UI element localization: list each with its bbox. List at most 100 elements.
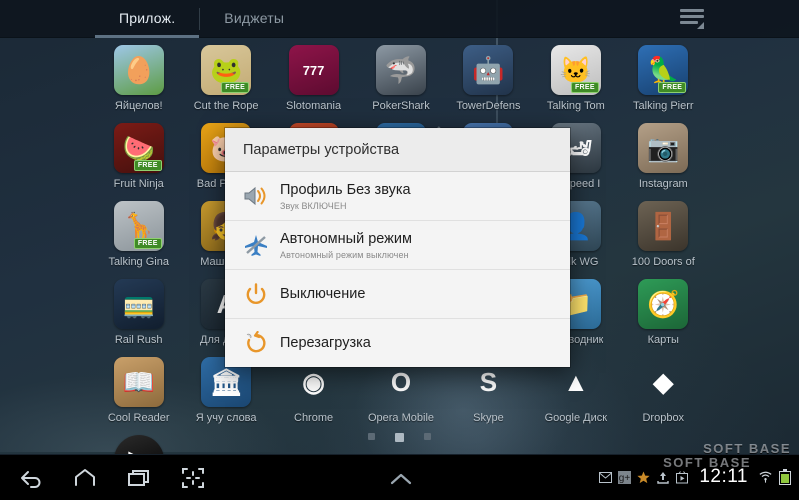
cut-the-rope-icon: 🐸 FREE	[201, 45, 251, 95]
app-label: Я учу слова	[196, 412, 257, 424]
app-label: Cool Reader	[108, 412, 170, 424]
airplane-off-icon	[241, 230, 271, 260]
app-label: TowerDefens	[456, 100, 520, 112]
app-eggs-game[interactable]: 🥚 Яйцелов!	[95, 42, 182, 120]
app-label: Яйцелов!	[115, 100, 163, 112]
play-store-icon[interactable]	[675, 471, 688, 484]
app-talking-pierre[interactable]: 🦜 FREE Talking Pierr	[620, 42, 707, 120]
app-towerdefense[interactable]: 🤖 TowerDefens	[445, 42, 532, 120]
talking-tom-icon: 🐱 FREE	[551, 45, 601, 95]
dialog-item-silent-profile[interactable]: Профиль Без звука Звук ВКЛЮЧЕН	[225, 172, 570, 221]
dialog-item-power-off[interactable]: Выключение	[225, 270, 570, 319]
app-100-doors[interactable]: 🚪 100 Doors of	[620, 198, 707, 276]
dialog-item-restart[interactable]: Перезагрузка	[225, 319, 570, 367]
app-talking-tom[interactable]: 🐱 FREE Talking Tom	[532, 42, 619, 120]
tablet-screen: Прилож. Виджеты 🥚 Яйцелов! 🐸 FREE Cut the Ro…	[0, 0, 799, 500]
app-label: Slotomania	[286, 100, 341, 112]
gmail-icon[interactable]	[599, 471, 612, 484]
back-icon[interactable]	[18, 465, 44, 491]
app-slotomania[interactable]: 777 Slotomania	[270, 42, 357, 120]
upload-icon[interactable]	[656, 471, 669, 484]
fruit-ninja-icon: 🍉 FREE	[114, 123, 164, 173]
app-pokershark[interactable]: 🦈 PokerShark	[357, 42, 444, 120]
app-label: Cut the Rope	[194, 100, 259, 112]
page-dot[interactable]	[395, 433, 404, 442]
talking-gina-icon: 🦒 FREE	[114, 201, 164, 251]
app-label: Chrome	[294, 412, 333, 424]
status-bar: g+ 12:11	[599, 454, 791, 500]
app-maps[interactable]: 🧭 Карты	[620, 276, 707, 354]
screenshot-icon[interactable]	[180, 465, 206, 491]
app-label: Talking Gina	[108, 256, 169, 268]
app-label: Skype	[473, 412, 504, 424]
app-label: PokerShark	[372, 100, 429, 112]
tab-widgets-label: Виджеты	[224, 10, 284, 26]
100-doors-icon: 🚪	[638, 201, 688, 251]
dialog-item-text: Профиль Без звука Звук ВКЛЮЧЕН	[280, 181, 411, 211]
cool-reader-icon: 📖	[114, 357, 164, 407]
app-cut-the-rope[interactable]: 🐸 FREE Cut the Rope	[182, 42, 269, 120]
slotomania-icon: 777	[289, 45, 339, 95]
dialog-item-airplane-mode[interactable]: Автономный режим Автономный режим выключ…	[225, 221, 570, 270]
app-label: 100 Doors of	[632, 256, 695, 268]
app-rail-rush[interactable]: 🚃 Rail Rush	[95, 276, 182, 354]
app-label: Opera Mobile	[368, 412, 434, 424]
app-instagram[interactable]: 📷 Instagram	[620, 120, 707, 198]
svg-text:g+: g+	[619, 473, 631, 484]
app-cool-reader[interactable]: 📖 Cool Reader	[95, 354, 182, 432]
free-badge: FREE	[221, 82, 249, 93]
battery-icon[interactable]	[778, 471, 791, 484]
app-label: Dropbox	[642, 412, 684, 424]
app-label: Instagram	[639, 178, 688, 190]
app-label: Rail Rush	[115, 334, 163, 346]
dropbox-icon: ◆	[638, 357, 688, 407]
app-label: Talking Tom	[547, 100, 605, 112]
app-label: Talking Pierr	[633, 100, 694, 112]
pokershark-icon: 🦈	[376, 45, 426, 95]
dialog-item-subtitle: Автономный режим выключен	[280, 250, 412, 260]
app-dropbox[interactable]: ◆ Dropbox	[620, 354, 707, 432]
app-label: Google Диск	[545, 412, 607, 424]
app-label: Карты	[648, 334, 679, 346]
free-badge: FREE	[658, 82, 686, 93]
system-navigation-bar: g+ 12:11	[0, 454, 799, 500]
app-drawer-tabbar: Прилож. Виджеты	[0, 0, 799, 38]
tab-apps-label: Прилож.	[119, 10, 175, 26]
dialog-title: Параметры устройства	[225, 128, 570, 172]
free-badge: FREE	[134, 238, 162, 249]
eggs-game-icon: 🥚	[114, 45, 164, 95]
home-icon[interactable]	[72, 465, 98, 491]
chevron-up-icon[interactable]	[388, 471, 414, 487]
dialog-item-text: Выключение	[280, 285, 365, 303]
talking-pierre-icon: 🦜 FREE	[638, 45, 688, 95]
maps-icon: 🧭	[638, 279, 688, 329]
dialog-item-title: Выключение	[280, 285, 365, 303]
app-fruit-ninja[interactable]: 🍉 FREE Fruit Ninja	[95, 120, 182, 198]
page-dot[interactable]	[424, 433, 431, 440]
speaker-icon	[241, 181, 271, 211]
google-plus-icon[interactable]: g+	[618, 471, 631, 484]
dialog-item-text: Перезагрузка	[280, 334, 371, 352]
app-label: Fruit Ninja	[114, 178, 164, 190]
star-icon[interactable]	[637, 471, 650, 484]
app-talking-gina[interactable]: 🦒 FREE Talking Gina	[95, 198, 182, 276]
tab-widgets[interactable]: Виджеты	[200, 0, 308, 38]
dialog-item-text: Автономный режим Автономный режим выключ…	[280, 230, 412, 260]
wifi-icon[interactable]	[759, 471, 772, 484]
page-dot[interactable]	[368, 433, 375, 440]
tab-apps[interactable]: Прилож.	[95, 0, 199, 38]
dialog-item-title: Профиль Без звука	[280, 181, 411, 199]
instagram-icon: 📷	[638, 123, 688, 173]
dialog-item-title: Перезагрузка	[280, 334, 371, 352]
sort-menu-icon[interactable]	[680, 9, 704, 29]
page-indicator	[0, 433, 799, 442]
device-options-dialog: Параметры устройства Профиль Без звука З…	[225, 128, 570, 367]
towerdefense-icon: 🤖	[463, 45, 513, 95]
dialog-item-title: Автономный режим	[280, 230, 412, 248]
recents-icon[interactable]	[126, 465, 152, 491]
clock: 12:11	[699, 466, 748, 488]
free-badge: FREE	[571, 82, 599, 93]
free-badge: FREE	[134, 160, 162, 171]
rail-rush-icon: 🚃	[114, 279, 164, 329]
restart-icon	[241, 328, 271, 358]
